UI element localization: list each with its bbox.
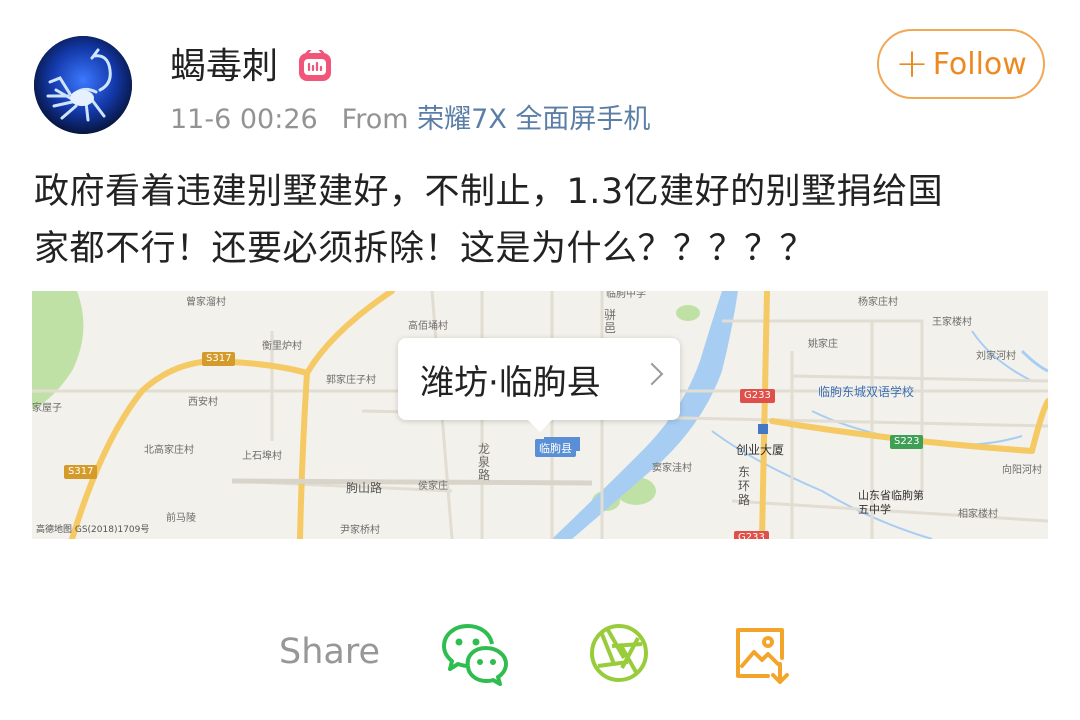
user-avatar[interactable] [34,36,132,134]
map-place-label: 上石埠村 [242,451,282,462]
map-place-label: 临朐中学 [606,291,646,300]
map-place-label: 王家楼村 [932,317,972,328]
map-place-label: 杨家庄村 [858,297,898,308]
road-shield: G233 [734,531,769,539]
street-label: 东环路 [738,465,751,507]
location-map-card[interactable]: 曾家溜村 高佰埇村 杨家庄村 王家楼村 衡里炉村 姚家庄 刘家河村 郭家庄子村 … [32,291,1048,539]
map-place-label: 向阳河村 [1002,465,1042,476]
save-image-icon[interactable] [728,618,798,688]
post-timestamp: 11-6 00:26 [170,104,318,135]
share-label: Share [279,632,381,672]
post-text-line: 政府看着违建别墅建好，不制止，1.3亿建好的别墅捐给国 [34,172,944,212]
moments-icon[interactable] [584,618,654,688]
map-place-label: 北高家庄村 [144,445,194,456]
share-bar: Share [0,608,1080,698]
map-place-label: 郭家庄子村 [326,375,376,386]
post-source-prefix: From [341,104,409,135]
plus-icon: + [895,41,929,87]
username[interactable]: 蝎毒刺 [170,42,278,92]
road-shield: G233 [740,389,775,403]
scorpion-avatar-image [34,36,132,134]
road-shield: S317 [64,465,98,479]
post-meta: 11-6 00:26 From 荣耀7X 全面屏手机 [170,100,650,140]
location-popup[interactable]: 潍坊·临朐县 [398,338,680,432]
map-place-label: 前马陵 [166,513,196,524]
vip-badge-icon[interactable] [298,50,332,82]
follow-label: Follow [932,46,1027,82]
location-label: 潍坊·临朐县 [420,362,601,403]
chevron-right-icon [640,362,664,386]
map-place-label: 衡里炉村 [262,341,302,352]
map-place-label: 高佰埇村 [408,321,448,332]
street-label: 朐山路 [346,481,383,495]
building-label: 创业大厦 [736,443,785,457]
school-label: 临朐东城双语学校 [818,385,915,399]
map-place-label: 侯家庄 [418,481,448,492]
map-place-label: 西安村 [188,397,218,408]
map-place-label: 窦家洼村 [652,463,692,474]
post-text: 政府看着违建别墅建好，不制止，1.3亿建好的别墅捐给国 家都不行！还要必须拆除！… [34,164,1044,278]
wechat-icon[interactable] [440,618,510,688]
map-place-label: 尹家桥村 [340,525,380,536]
map-credit: 高德地图 GS(2018)1709号 [36,525,150,535]
post-source-device[interactable]: 荣耀7X 全面屏手机 [417,104,650,135]
post-text-line: 家都不行！还要必须拆除！这是为什么？？？？？ [34,229,816,269]
map-place-label: 相家楼村 [958,509,998,520]
street-label: 龙泉路 [478,442,491,482]
map-place-label: 刘家河村 [976,351,1016,362]
road-shield: S223 [890,435,924,449]
map-place-label: 曾家溜村 [186,297,226,308]
popup-pointer [528,420,552,432]
follow-button[interactable]: + Follow [877,29,1045,99]
map-place-label: 家屋子 [32,403,62,414]
county-marker: 临朐县 [535,439,576,457]
school-label: 山东省临朐第五中学 [858,489,924,516]
road-shield: S317 [202,352,236,366]
map-place-label: 姚家庄 [808,339,838,350]
street-label: 骈邑 [604,308,617,335]
